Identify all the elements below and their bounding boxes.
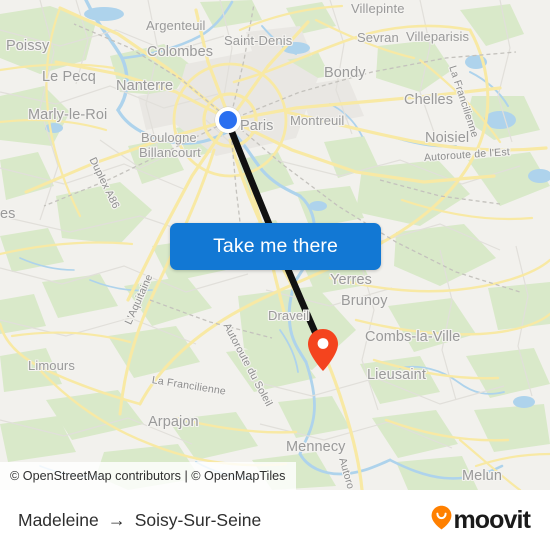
moovit-logo[interactable]: moovit: [431, 505, 531, 535]
map-canvas[interactable]: Poissy Argenteuil Saint-Denis Villepinte Sev…: [0, 0, 550, 490]
origin-marker[interactable]: [215, 107, 241, 133]
origin-label: Madeleine: [18, 509, 99, 530]
take-me-there-button[interactable]: Take me there: [170, 223, 381, 270]
arrow-icon: →: [107, 509, 126, 530]
journey-summary: Madeleine → Soisy-Sur-Seine: [18, 510, 261, 531]
moovit-pin-icon: [431, 505, 452, 535]
destination-marker[interactable]: [307, 328, 339, 372]
map-attribution[interactable]: © OpenStreetMap contributors | © OpenMap…: [0, 462, 297, 490]
moovit-route-card: Poissy Argenteuil Saint-Denis Villepinte Sev…: [0, 0, 550, 550]
destination-label: Soisy-Sur-Seine: [134, 509, 262, 530]
footer-bar: Madeleine → Soisy-Sur-Seine moovit: [0, 490, 550, 550]
moovit-wordmark: moovit: [453, 505, 530, 534]
